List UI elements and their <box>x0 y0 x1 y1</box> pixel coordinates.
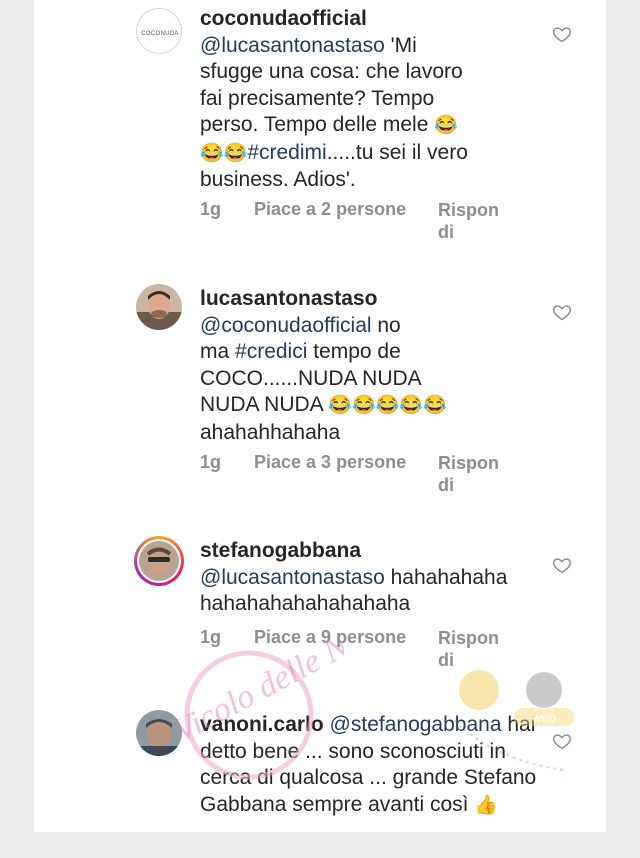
comment-text-segment: hahahahaha <box>384 565 508 589</box>
comment-text-segment: tempo de <box>307 340 401 363</box>
comment-body: stefanogabbana @lucasantonastaso hahahah… <box>200 538 540 618</box>
comment-text: @coconudaofficial no ma #credici tempo de… <box>200 313 540 447</box>
avatar-photo <box>137 539 181 583</box>
comment-time: 1g <box>200 452 222 472</box>
comment-body: coconudaofficial @lucasantonastaso 'Mi sf… <box>200 6 540 194</box>
comment-username[interactable]: stefanogabbana <box>200 538 540 565</box>
comment-line: business. Adios'. <box>200 167 540 194</box>
comment-text-segment: sfugge una cosa: che lavoro <box>200 60 463 83</box>
heart-icon[interactable] <box>552 555 572 575</box>
avatar[interactable]: COCONUDA <box>136 8 182 54</box>
comment-text-segment: no <box>371 313 401 337</box>
comment-line: perso. Tempo delle mele 😂 <box>200 112 540 140</box>
mention-link[interactable]: @lucasantonastaso <box>200 34 385 57</box>
comment-text-segment: COCO......NUDA NUDA <box>200 366 422 390</box>
reply-button[interactable]: Rispon di <box>438 452 508 496</box>
panel-bottom-edge <box>34 820 606 832</box>
mention-link[interactable]: @stefanogabbana <box>330 713 502 736</box>
comment-username[interactable]: vanoni.carlo <box>200 713 324 736</box>
comment-line: ahahahhahaha <box>200 420 540 447</box>
mention-link[interactable]: @coconudaofficial <box>200 314 372 337</box>
comment-line: @lucasantonastaso hahahahaha <box>200 565 540 592</box>
emoji: 👍 <box>474 794 498 816</box>
emoji: 😂😂 <box>200 142 248 164</box>
comment-body: lucasantonastaso @coconudaofficial no ma … <box>200 286 540 446</box>
comment-text-segment: .....tu sei il vero <box>326 140 468 164</box>
reply-button[interactable]: Rispon di <box>438 199 508 243</box>
likes-link[interactable]: Piace a 3 persone <box>254 452 406 473</box>
comment-text: vanoni.carlo @stefanogabbana hai detto b… <box>200 712 560 819</box>
likes-link[interactable]: Piace a 9 persone <box>254 627 406 648</box>
comment-time: 1g <box>200 627 222 647</box>
comment-text-segment: hahahahahahahahaha <box>200 592 411 615</box>
comment-text-segment: fai precisamente? Tempo <box>200 86 435 110</box>
comment-text-segment: perso. Tempo delle mele <box>200 113 435 136</box>
hashtag-link[interactable]: #credimi <box>247 141 326 164</box>
comment-username[interactable]: coconudaofficial <box>200 6 540 33</box>
comment-line: fai precisamente? Tempo <box>200 86 540 113</box>
comment-line: hahahahahahahahaha <box>200 591 540 618</box>
comment-text: @lucasantonastaso 'Mi sfugge una cosa: ch… <box>200 33 540 194</box>
comments-panel: COCONUDA coconudaofficial @lucasantonast… <box>34 0 606 832</box>
comment-username[interactable]: lucasantonastaso <box>200 286 540 313</box>
comment-text-segment: 'Mi <box>384 33 417 57</box>
comment-line: sfugge una cosa: che lavoro <box>200 59 540 86</box>
heart-icon[interactable] <box>552 731 572 751</box>
emoji: 😂 <box>434 115 458 136</box>
avatar-photo <box>136 710 182 756</box>
heart-icon[interactable] <box>552 24 572 44</box>
comment-text-segment: ahahahhahaha <box>200 420 341 444</box>
comment-line: @lucasantonastaso 'Mi <box>200 33 540 60</box>
svg-text:COCONUDA: COCONUDA <box>141 31 178 37</box>
coconuda-logo: COCONUDA <box>141 31 178 37</box>
comment-text-segment: ma <box>200 340 236 363</box>
avatar[interactable] <box>134 536 184 586</box>
comment-line: 😂😂#credimi.....tu sei il vero <box>200 140 540 168</box>
emoji: 😂😂😂😂😂 <box>328 395 447 416</box>
comment-text-segment: business. Adios'. <box>200 168 356 191</box>
likes-link[interactable]: Piace a 2 persone <box>254 199 406 220</box>
comment-line: NUDA NUDA 😂😂😂😂😂 <box>200 392 540 420</box>
mention-link[interactable]: @lucasantonastaso <box>200 566 385 589</box>
comment-text-segment: qualcosa ... grande Stefano <box>279 766 537 789</box>
comment-text: @lucasantonastaso hahahahaha hahahahahaha… <box>200 565 540 618</box>
comment-body: vanoni.carlo @stefanogabbana hai detto b… <box>200 712 560 819</box>
comment-text-segment: NUDA NUDA <box>200 393 329 416</box>
comment-text-segment: Gabbana sempre avanti così <box>200 792 475 816</box>
heart-icon[interactable] <box>552 302 572 322</box>
avatar[interactable] <box>136 284 182 330</box>
avatar-photo <box>136 284 182 330</box>
comment-line: @coconudaofficial no <box>200 313 540 340</box>
avatar[interactable] <box>136 710 182 756</box>
comment-line: ma #credici tempo de <box>200 339 540 366</box>
reply-button[interactable]: Rispon di <box>438 627 508 671</box>
comment-line: COCO......NUDA NUDA <box>200 366 540 393</box>
hashtag-link[interactable]: #credici <box>235 340 307 363</box>
comment-time: 1g <box>200 199 222 219</box>
